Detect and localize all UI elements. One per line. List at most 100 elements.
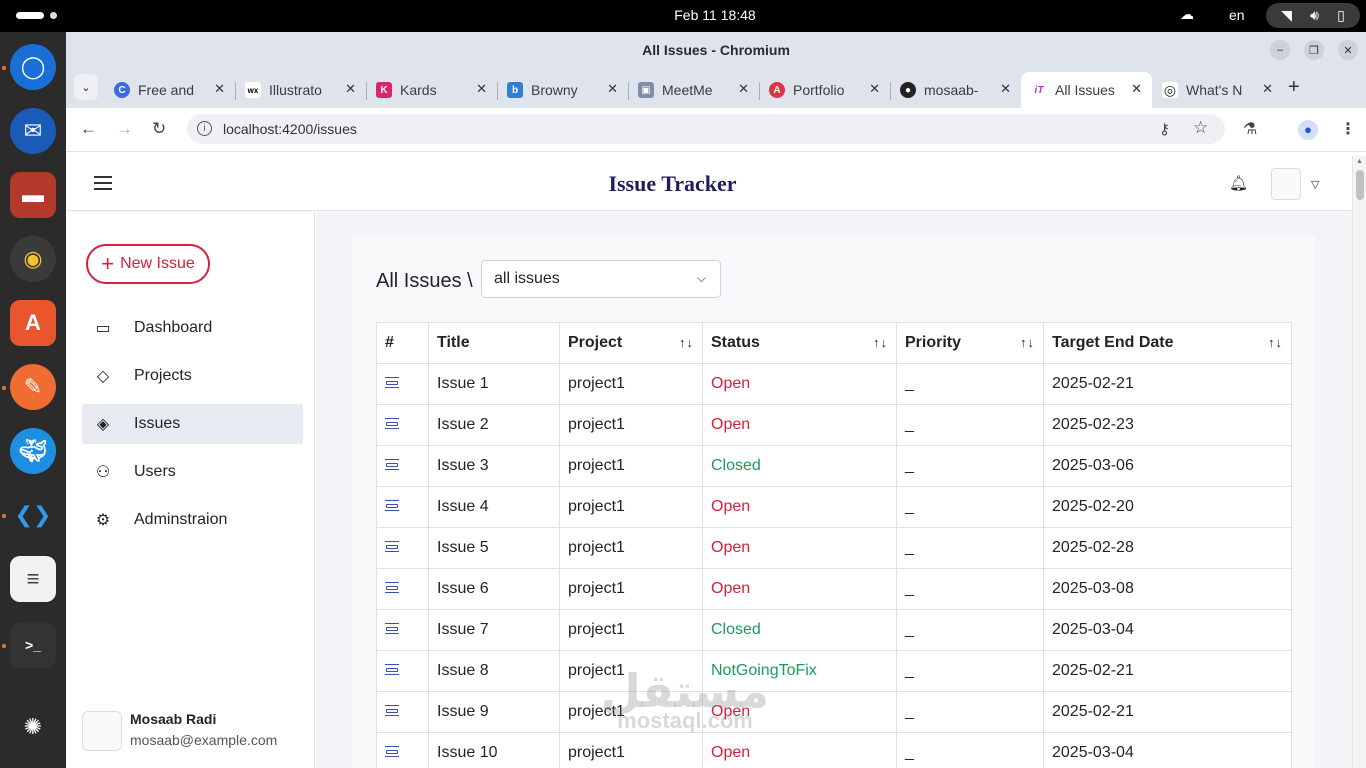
tab[interactable]: ◎ What's N ✕ [1152,72,1283,108]
tab-close-icon[interactable]: ✕ [476,81,487,97]
sidebar-item-dashboard[interactable]: ▭ Dashboard [82,308,303,348]
tab-close-icon[interactable]: ✕ [345,81,356,97]
new-issue-button[interactable]: + New Issue [86,244,210,284]
files-dock-icon[interactable]: ▬ [10,172,56,218]
password-key-icon[interactable]: ⚷ [1159,120,1170,138]
table-row[interactable]: Issue 6 project1 Open _ 2025-03-08 [376,568,1292,610]
table-row[interactable]: Issue 1 project1 Open _ 2025-02-21 [376,363,1292,405]
sort-arrows-icon[interactable]: ↑↓ [1020,335,1035,350]
notifications-bell-icon[interactable]: 🔔︎ [1229,174,1248,192]
postman-dock-icon[interactable]: ✎ [10,364,56,410]
forward-button[interactable]: → [116,119,133,139]
row-details-cell[interactable] [376,732,429,768]
text-editor-dock-icon[interactable]: ≡ [10,556,56,602]
minimize-button[interactable]: – [1270,40,1290,60]
issue-filter-select[interactable]: all issues ⌵ [481,260,721,298]
system-clock[interactable]: Feb 11 18:48 [640,7,790,23]
sidebar-item-administration[interactable]: ⚙ Adminstraion [82,500,303,540]
tab-close-icon[interactable]: ✕ [738,81,749,97]
table-row[interactable]: Issue 7 project1 Closed _ 2025-03-04 [376,609,1292,651]
row-details-cell[interactable] [376,609,429,651]
details-list-icon[interactable] [385,664,399,675]
page-scrollbar[interactable]: ▲ [1352,156,1366,768]
tab-close-icon[interactable]: ✕ [214,81,225,97]
sidebar-item-projects[interactable]: ◇ Projects [82,356,303,396]
details-list-icon[interactable] [385,541,399,552]
row-details-cell[interactable] [376,650,429,692]
table-row[interactable]: Issue 4 project1 Open _ 2025-02-20 [376,486,1292,528]
sort-arrows-icon[interactable]: ↑↓ [1268,335,1283,350]
sidebar-item-users[interactable]: ⚇ Users [82,452,303,492]
tab[interactable]: b Browny ✕ [497,72,629,108]
input-language[interactable]: en [1229,7,1245,23]
rhythmbox-dock-icon[interactable]: ◉ [10,236,56,282]
tab-close-icon[interactable]: ✕ [869,81,880,97]
tab-close-icon[interactable]: ✕ [607,81,618,97]
issue-title[interactable]: Issue 2 [428,404,560,446]
scrollbar-thumb[interactable] [1356,170,1364,200]
issue-title[interactable]: Issue 8 [428,650,560,692]
issue-title[interactable]: Issue 7 [428,609,560,651]
row-details-cell[interactable] [376,363,429,405]
sidebar-item-issues[interactable]: ◈ Issues [82,404,303,444]
thunderbird-dock-icon[interactable]: ✉ [10,108,56,154]
tab-active[interactable]: iT All Issues ✕ [1021,72,1152,108]
app-center-dock-icon[interactable]: A [10,300,56,346]
tab[interactable]: ▣ MeetMe ✕ [628,72,760,108]
vscode-dock-icon[interactable]: ❮❯ [10,492,56,538]
workspace-dot[interactable] [50,12,57,19]
profile-avatar[interactable] [82,711,122,751]
table-row[interactable]: Issue 10 project1 Open _ 2025-03-04 [376,732,1292,768]
url-text[interactable]: localhost:4200/issues [223,121,357,137]
table-row[interactable]: Issue 3 project1 Closed _ 2025-03-06 [376,445,1292,487]
issue-title[interactable]: Issue 5 [428,527,560,569]
tab-close-icon[interactable]: ✕ [1131,81,1142,97]
table-row[interactable]: Issue 9 project1 Open _ 2025-02-21 [376,691,1292,733]
column-header-target-end-date[interactable]: Target End Date ↑↓ [1043,322,1292,364]
row-details-cell[interactable] [376,527,429,569]
user-menu-caret-icon[interactable]: ▽ [1311,178,1319,191]
details-list-icon[interactable] [385,377,399,388]
row-details-cell[interactable] [376,445,429,487]
tab[interactable]: A Portfolio ✕ [759,72,891,108]
table-row[interactable]: Issue 8 project1 NotGoingToFix _ 2025-02-21 [376,650,1292,692]
workspace-indicator[interactable] [16,12,44,19]
details-list-icon[interactable] [385,459,399,470]
tab-close-icon[interactable]: ✕ [1000,81,1011,97]
maximize-button[interactable]: ❐ [1304,40,1324,60]
issue-title[interactable]: Issue 3 [428,445,560,487]
issue-title[interactable]: Issue 9 [428,691,560,733]
site-info-icon[interactable]: i [197,121,212,136]
tab-search-button[interactable]: ⌄ [74,74,98,100]
table-row[interactable]: Issue 2 project1 Open _ 2025-02-23 [376,404,1292,446]
issue-title[interactable]: Issue 1 [428,363,560,405]
show-apps-dock-icon[interactable]: ✺ [10,704,56,750]
details-list-icon[interactable] [385,418,399,429]
column-header-priority[interactable]: Priority ↑↓ [896,322,1044,364]
tab[interactable]: C Free and ✕ [104,72,236,108]
sort-arrows-icon[interactable]: ↑↓ [679,335,694,350]
menu-kebab-icon[interactable]: ⋮ [1340,119,1356,139]
header-avatar[interactable] [1271,168,1301,200]
window-titlebar[interactable]: All Issues - Chromium – ❐ ✕ [66,32,1366,68]
close-window-button[interactable]: ✕ [1338,40,1358,60]
bookmark-star-icon[interactable]: ☆ [1193,118,1208,138]
details-list-icon[interactable] [385,582,399,593]
sort-arrows-icon[interactable]: ↑↓ [873,335,888,350]
row-details-cell[interactable] [376,404,429,446]
tab[interactable]: wx Illustrato ✕ [235,72,367,108]
row-details-cell[interactable] [376,568,429,610]
details-list-icon[interactable] [385,500,399,511]
column-header-status[interactable]: Status ↑↓ [702,322,897,364]
row-details-cell[interactable] [376,691,429,733]
system-status-menu[interactable]: ◥ 🔊︎ ▯ [1266,3,1360,28]
address-bar[interactable]: i localhost:4200/issues ⚷ ☆ [187,114,1225,144]
scroll-up-icon[interactable]: ▲ [1356,158,1363,165]
chromium-dock-icon[interactable]: ◯ [10,44,56,90]
row-details-cell[interactable] [376,486,429,528]
docker-dock-icon[interactable]: 🐳︎ [10,428,56,474]
tab-close-icon[interactable]: ✕ [1262,81,1273,97]
details-list-icon[interactable] [385,623,399,634]
issue-title[interactable]: Issue 10 [428,732,560,768]
new-tab-button[interactable]: + [1288,76,1300,99]
